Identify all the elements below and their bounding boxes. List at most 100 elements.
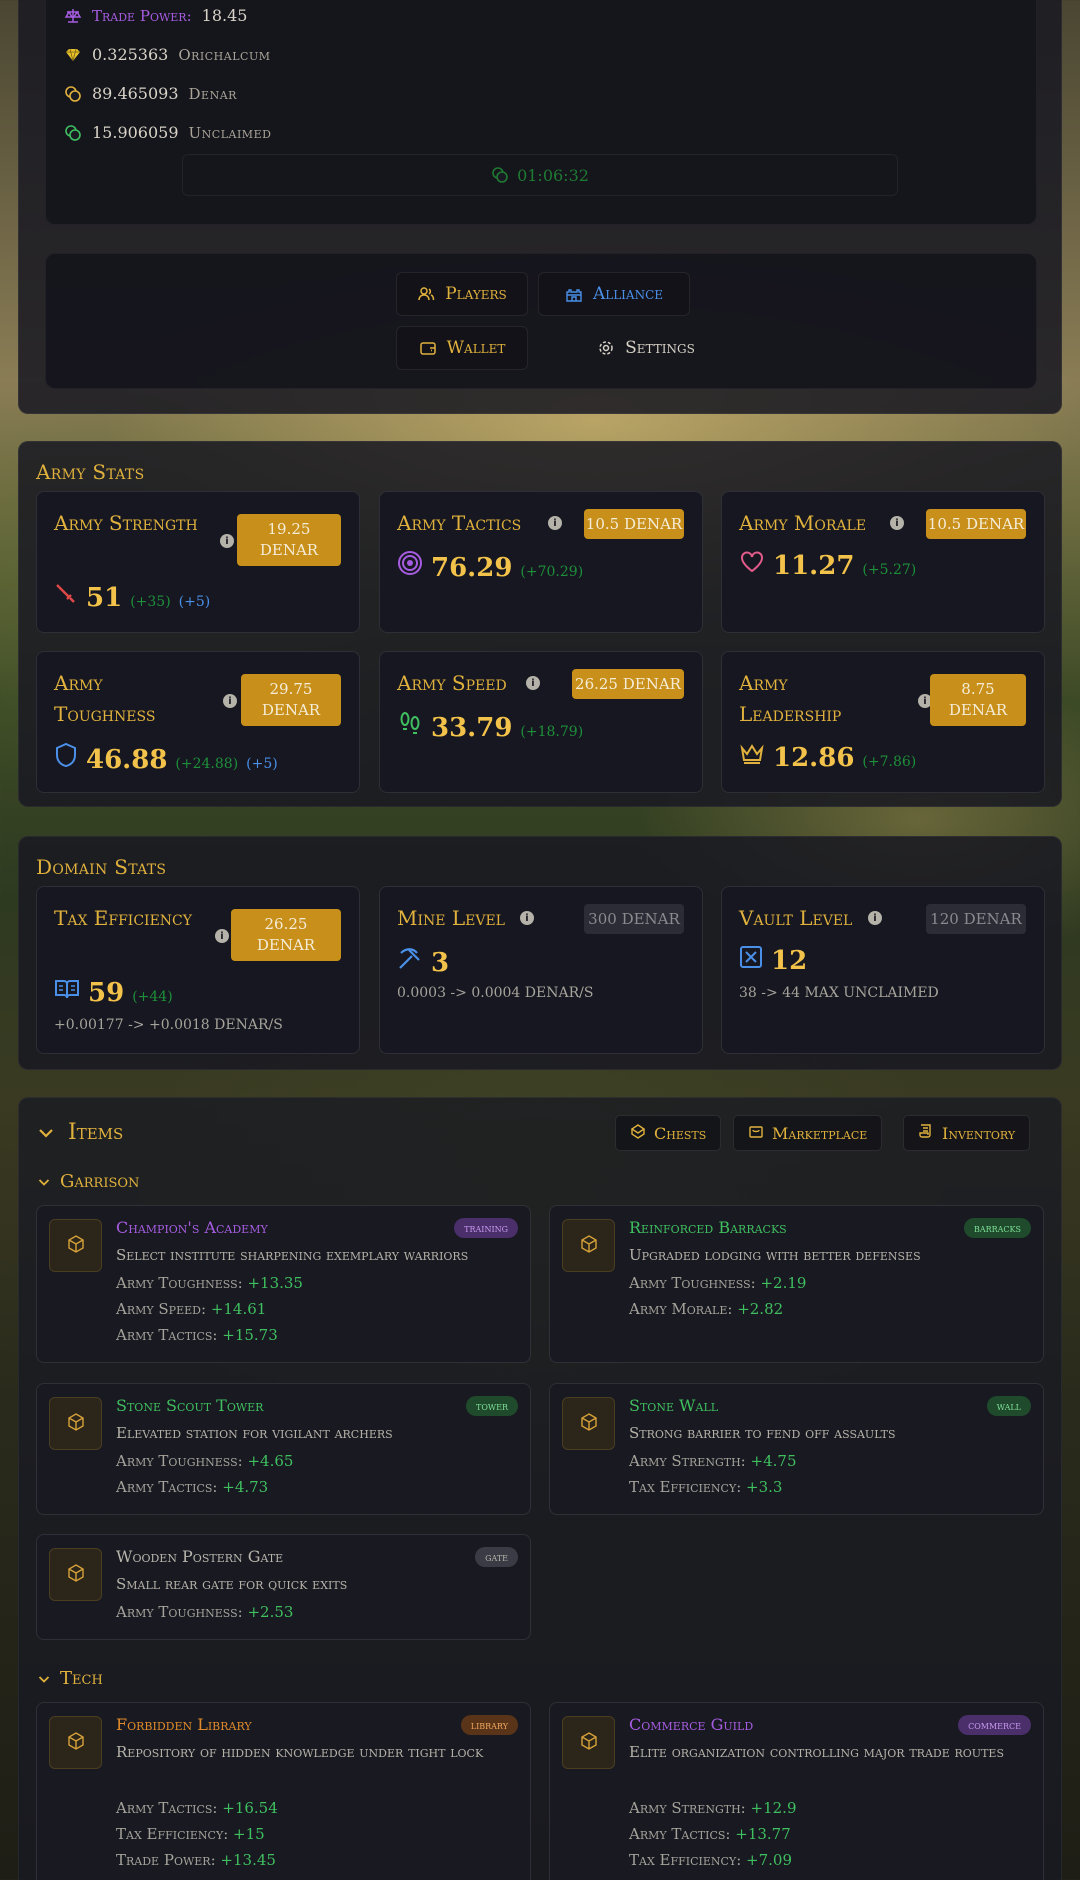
trade-power-label: Trade Power: [92,6,192,25]
info-icon[interactable]: i [868,911,882,925]
claim-timer-button[interactable]: 01:06:32 [182,154,898,196]
item-stat: Army Toughness: +13.35 [116,1274,303,1292]
cube-icon [579,1412,599,1436]
unclaimed-value: 15.906059 [92,123,179,142]
army-leadership-card: Army Leadership i 8.75 DENAR 12.86 (+7.8… [721,651,1045,793]
stat-name: Vault Level [739,906,853,930]
wallet-button[interactable]: Wallet [396,326,528,370]
upgrade-price-button[interactable]: 29.75 DENAR [241,674,341,726]
cube-icon [66,1234,86,1258]
army-toughness-card: Army Toughness i 29.75 DENAR 46.88 (+24.… [36,651,360,793]
alliance-button[interactable]: Alliance [538,272,690,316]
item-card[interactable]: Champion's Academy training Select insti… [36,1205,531,1363]
stat-value-row: 51 (+35) (+5) [54,582,210,613]
stat-value-row: 11.27 (+5.27) [739,550,916,581]
info-icon[interactable]: i [890,516,904,530]
alliance-label: Alliance [592,284,664,304]
info-icon[interactable]: i [220,534,234,548]
stat-increase: (+35) [130,594,171,610]
denar-label: Denar [188,84,237,103]
item-description: Elevated station for vigilant archers [116,1424,393,1442]
item-name: Wooden Postern Gate [116,1547,284,1566]
upgrade-price-button[interactable]: 26.25 DENAR [231,909,341,961]
stat-value: 12 [771,946,808,976]
item-name: Champion's Academy [116,1218,268,1237]
chest-icon [630,1123,646,1143]
pickaxe-icon [397,945,423,975]
item-tag: training [454,1218,518,1238]
army-stats-title: Army Stats [36,460,145,484]
tech-toggle[interactable]: Tech [38,1668,103,1689]
scale-icon [64,7,82,25]
orichalcum-value: 0.325363 [92,45,169,64]
sword-icon [54,582,78,610]
inventory-button[interactable]: Inventory [903,1115,1031,1151]
garrison-toggle[interactable]: Garrison [38,1171,139,1192]
shield-icon [54,742,78,772]
upgrade-price-button[interactable]: 19.25 DENAR [237,514,341,566]
chests-label: Chests [654,1123,707,1143]
stat-value: 33.79 [431,713,513,743]
target-icon [397,550,423,580]
stat-value: 11.27 [773,551,855,581]
item-tag: library [460,1715,518,1735]
upgrade-price-button[interactable]: 8.75 DENAR [930,674,1026,726]
item-card[interactable]: Forbidden Library library Repository of … [36,1702,531,1880]
vault-level-card: Vault Level i 120 DENAR 12 38 -> 44 MAX … [721,886,1045,1054]
upgrade-price-button[interactable]: 300 DENAR [584,904,684,934]
item-card[interactable]: Reinforced Barracks barracks Upgraded lo… [549,1205,1044,1363]
stat-name: Army Morale [739,511,867,535]
stat-rate: +0.00177 -> +0.0018 DENAR/S [54,1017,283,1033]
info-icon[interactable]: i [526,676,540,690]
cube-icon [66,1731,86,1755]
inventory-label: Inventory [942,1123,1016,1143]
army-stats-panel: Army Stats Army Strength i 19.25 DENAR 5… [18,441,1062,807]
item-card[interactable]: Stone Scout Tower tower Elevated station… [36,1383,531,1515]
item-stat: Army Tactics: +15.73 [116,1326,278,1344]
info-icon[interactable]: i [215,929,229,943]
info-icon[interactable]: i [223,694,237,708]
stat-value-row: 12.86 (+7.86) [739,742,916,773]
players-button[interactable]: Players [396,272,528,316]
item-stat: Army Toughness: +2.53 [116,1603,294,1621]
orichalcum-label: Orichalcum [178,45,271,64]
stat-value: 76.29 [431,553,513,583]
stat-value: 3 [431,948,450,978]
stat-name: Army Speed [397,671,507,695]
stat-value-row: 46.88 (+24.88) (+5) [54,742,278,775]
top-panel: Trade Power: 18.45 0.325363 Orichalcum 8… [18,0,1062,414]
diamond-icon [64,46,82,64]
wallet-icon [419,339,437,357]
item-icon-box [49,1397,102,1450]
upgrade-price-button[interactable]: 10.5 DENAR [926,509,1026,539]
gear-icon [597,339,615,357]
chests-button[interactable]: Chests [615,1115,722,1151]
stat-rate: 0.0003 -> 0.0004 DENAR/S [397,985,594,1001]
info-icon[interactable]: i [520,911,534,925]
upgrade-price-button[interactable]: 10.5 DENAR [584,509,684,539]
stat-value-row: 76.29 (+70.29) [397,550,583,583]
coins-icon [64,85,82,103]
item-stat: Army Morale: +2.82 [629,1300,784,1318]
marketplace-button[interactable]: Marketplace [733,1115,883,1151]
items-collapse-toggle[interactable]: Items [38,1120,123,1145]
item-stat: Army Strength: +12.9 [629,1799,797,1817]
item-card[interactable]: Commerce Guild commerce Elite organizati… [549,1702,1044,1880]
coins-icon [491,166,509,184]
upgrade-price-button[interactable]: 26.25 DENAR [572,669,684,699]
players-label: Players [445,284,507,304]
chevron-down-icon [38,1668,50,1689]
army-speed-card: Army Speed i 26.25 DENAR 33.79 (+18.79) [379,651,703,793]
cube-icon [579,1234,599,1258]
item-card[interactable]: Wooden Postern Gate gate Small rear gate… [36,1534,531,1640]
chevron-down-icon [38,1171,50,1192]
upgrade-price-button[interactable]: 120 DENAR [926,904,1026,934]
item-stat: Army Tactics: +13.77 [629,1825,791,1843]
mine-level-card: Mine Level i 300 DENAR 3 0.0003 -> 0.000… [379,886,703,1054]
stat-bonus: (+5) [178,594,211,610]
stat-name: Mine Level [397,906,505,930]
coins-icon [64,124,82,142]
info-icon[interactable]: i [548,516,562,530]
settings-button[interactable]: Settings [580,326,712,370]
item-card[interactable]: Stone Wall wall Strong barrier to fend o… [549,1383,1044,1515]
